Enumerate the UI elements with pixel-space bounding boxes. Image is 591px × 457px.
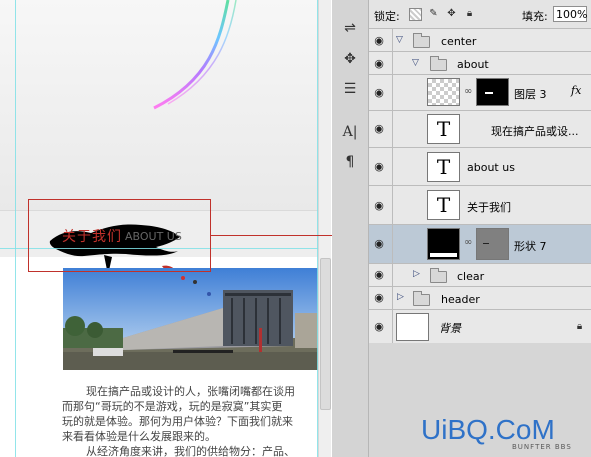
rainbow-swoosh xyxy=(153,0,237,110)
layer-name[interactable]: 关于我们 xyxy=(467,199,511,215)
lock-transparent-icon[interactable] xyxy=(409,8,422,21)
lock-label: 锁定: xyxy=(374,10,400,23)
link-chain-icon[interactable]: ∞ xyxy=(464,86,472,97)
layer-name[interactable]: about us xyxy=(467,161,515,174)
visibility-eye-icon[interactable]: ◉ xyxy=(372,237,386,251)
guide-vertical-left xyxy=(15,0,16,457)
annotation-box xyxy=(28,199,211,272)
shape-layer-thumbnail xyxy=(427,228,460,260)
lock-all-icon[interactable]: 🔒︎ xyxy=(464,8,475,19)
layer-name[interactable]: center xyxy=(441,35,476,48)
layer-mask-thumbnail[interactable] xyxy=(476,78,509,106)
vector-mask-thumbnail[interactable] xyxy=(476,228,509,260)
eye-column-divider xyxy=(392,28,393,348)
link-chain-icon[interactable]: ∞ xyxy=(464,237,472,248)
watermark-subtext: BUNFTER BBS xyxy=(512,443,572,451)
visibility-eye-icon[interactable]: ◉ xyxy=(372,199,386,213)
puppet-icon[interactable]: ✥ xyxy=(338,48,362,70)
visibility-eye-icon[interactable]: ◉ xyxy=(372,86,386,100)
text-layer-icon: T xyxy=(436,193,451,217)
layer-name[interactable]: 现在搞产品或设... xyxy=(491,123,579,139)
layer-name[interactable]: 形状 7 xyxy=(514,238,547,254)
layer-name[interactable]: header xyxy=(441,293,480,306)
lock-brush-icon[interactable]: ✎ xyxy=(428,8,439,19)
article-paragraph-5: 从经济角度来讲，我们的供给物分：产品、 xyxy=(86,445,295,457)
layer-thumbnail xyxy=(427,78,460,106)
fill-input[interactable]: 100% xyxy=(553,6,587,22)
visibility-eye-icon[interactable]: ◉ xyxy=(372,160,386,174)
fill-label: 填充: xyxy=(522,10,548,23)
adjust-icon[interactable]: ⇌ xyxy=(338,17,362,39)
layer-lock-icon: 🔒︎ xyxy=(576,321,583,332)
text-layer-icon: T xyxy=(436,117,451,141)
character-icon[interactable]: A| xyxy=(338,121,362,143)
visibility-eye-icon[interactable]: ◉ xyxy=(372,320,386,334)
paragraph-icon[interactable]: ¶ xyxy=(338,151,362,173)
visibility-eye-icon[interactable]: ◉ xyxy=(372,291,386,305)
background-thumbnail xyxy=(396,313,429,341)
visibility-eye-icon[interactable]: ◉ xyxy=(372,268,386,282)
canvas-scrollbar-thumb[interactable] xyxy=(320,258,331,410)
visibility-eye-icon[interactable]: ◉ xyxy=(372,34,386,48)
layer-name[interactable]: clear xyxy=(457,270,484,283)
expand-triangle-icon[interactable]: ▽ xyxy=(412,58,419,68)
expand-triangle-icon[interactable]: ▽ xyxy=(396,35,403,45)
article-paragraph-3: 玩的就是体验。那何为用户体验？下面我们就来 xyxy=(62,415,293,428)
article-paragraph-4: 来看看体验是什么发展跟来的。 xyxy=(62,430,216,443)
folder-icon xyxy=(413,33,430,48)
layer-name[interactable]: 图层 3 xyxy=(514,86,547,102)
collapsed-triangle-icon[interactable]: ▷ xyxy=(397,292,404,302)
layer-name[interactable]: about xyxy=(457,58,489,71)
article-paragraph-2: 而那句“哥玩的不是游戏，玩的是寂寞”其实更 xyxy=(62,400,283,413)
building-photo xyxy=(63,268,318,370)
article-paragraph-1: 现在搞产品或设计的人，张嘴闭嘴都在谈用 xyxy=(86,385,295,398)
folder-icon xyxy=(430,56,447,71)
layer-name[interactable]: 背景 xyxy=(439,320,461,336)
collapsed-triangle-icon[interactable]: ▷ xyxy=(413,269,420,279)
folder-icon xyxy=(413,291,430,306)
layer-comps-icon[interactable]: ☰ xyxy=(338,78,362,100)
text-layer-icon: T xyxy=(436,155,451,179)
visibility-eye-icon[interactable]: ◉ xyxy=(372,57,386,71)
folder-icon xyxy=(430,268,447,283)
visibility-eye-icon[interactable]: ◉ xyxy=(372,122,386,136)
watermark-logo: UiBQ.CoM xyxy=(421,414,555,445)
fx-icon[interactable]: fx xyxy=(571,84,581,97)
lock-move-icon[interactable]: ✥ xyxy=(446,8,457,19)
